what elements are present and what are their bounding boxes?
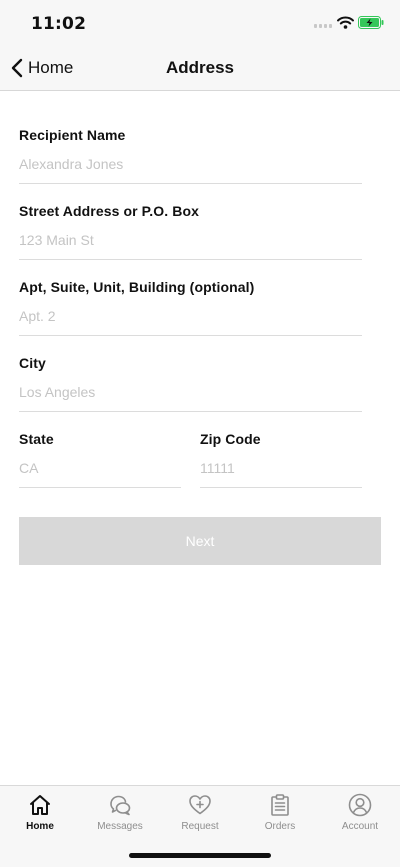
apt-label: Apt, Suite, Unit, Building (optional) (19, 279, 255, 295)
heart-plus-icon (189, 795, 211, 815)
tab-messages[interactable]: Messages (80, 786, 160, 838)
street-underline (19, 259, 362, 260)
wifi-icon (337, 16, 354, 29)
status-time: 11:02 (31, 14, 87, 34)
back-button[interactable]: Home (10, 46, 73, 90)
street-label: Street Address or P.O. Box (19, 203, 199, 219)
home-icon (30, 795, 50, 815)
city-label: City (19, 355, 46, 371)
zip-field: Zip Code (200, 431, 362, 488)
recipient-field: Recipient Name (19, 127, 362, 184)
state-field: State (19, 431, 181, 488)
tab-account-label: Account (341, 821, 379, 832)
cellular-signal-icon (314, 24, 332, 28)
recipient-input[interactable] (19, 154, 362, 174)
status-bar: 11:02 (0, 0, 400, 46)
recipient-underline (19, 183, 362, 184)
state-label: State (19, 431, 54, 447)
tab-orders[interactable]: Orders (240, 786, 320, 838)
tab-request[interactable]: Request (160, 786, 240, 838)
tab-messages-label: Messages (97, 821, 143, 832)
tab-request-label: Request (181, 821, 219, 832)
navigation-bar: Home Address (0, 46, 400, 91)
city-input[interactable] (19, 382, 362, 402)
battery-charging-icon (358, 16, 384, 29)
street-input[interactable] (19, 230, 362, 250)
apt-underline (19, 335, 362, 336)
city-underline (19, 411, 362, 412)
state-underline (19, 487, 181, 488)
recipient-label: Recipient Name (19, 127, 126, 143)
zip-label: Zip Code (200, 431, 261, 447)
zip-input[interactable] (200, 458, 362, 478)
state-input[interactable] (19, 458, 181, 478)
messages-icon (110, 795, 131, 816)
next-button[interactable]: Next (19, 517, 381, 565)
zip-underline (200, 487, 362, 488)
apt-input[interactable] (19, 306, 362, 326)
clipboard-icon (271, 794, 289, 816)
back-label: Home (28, 58, 74, 77)
chevron-left-icon (11, 58, 23, 78)
account-icon (348, 793, 372, 817)
tab-orders-label: Orders (264, 821, 296, 832)
tab-account[interactable]: Account (320, 786, 400, 838)
street-field: Street Address or P.O. Box (19, 203, 362, 260)
tab-home[interactable]: Home (0, 786, 80, 838)
apt-field: Apt, Suite, Unit, Building (optional) (19, 279, 362, 336)
tab-home-label: Home (26, 821, 54, 832)
city-field: City (19, 355, 362, 412)
home-indicator (129, 853, 271, 858)
